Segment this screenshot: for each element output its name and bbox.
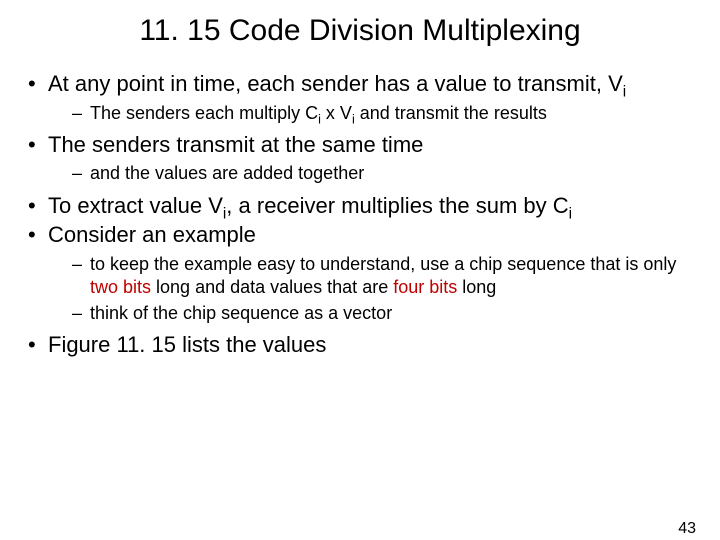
b3-sub2: i — [569, 205, 572, 222]
bullet-4-text: Consider an example — [48, 222, 256, 247]
bullet-list: At any point in time, each sender has a … — [0, 70, 720, 358]
bullet-3: To extract value V i, a receiver multipli… — [22, 192, 698, 220]
b3-a: To extract value V — [48, 193, 223, 218]
bullet-4: Consider an example to keep the example … — [22, 221, 698, 325]
bullet-1: At any point in time, each sender has a … — [22, 70, 698, 125]
b1s1-a: The senders each multiply C — [90, 103, 318, 123]
bullet-2: The senders transmit at the same time an… — [22, 131, 698, 186]
b4s1-c: long — [457, 277, 496, 297]
bullet-1-sub-1: The senders each multiply Ci x Vi and tr… — [72, 102, 698, 125]
bullet-1-text: At any point in time, each sender has a … — [48, 71, 623, 96]
bullet-1-sub: i — [623, 83, 626, 100]
slide-title: 11. 15 Code Division Multiplexing — [0, 14, 720, 48]
b1s1-c: and transmit the results — [355, 103, 547, 123]
bullet-5: Figure 11. 15 lists the values — [22, 331, 698, 359]
b4s2-text: think of the chip sequence as a vector — [90, 303, 392, 323]
bullet-4-sub-2: think of the chip sequence as a vector — [72, 302, 698, 325]
bullet-2-sub-1: and the values are added together — [72, 162, 698, 185]
slide: 11. 15 Code Division Multiplexing At any… — [0, 14, 720, 540]
bullet-1-sublist: The senders each multiply Ci x Vi and tr… — [48, 102, 698, 125]
bullet-4-sub-1: to keep the example easy to understand, … — [72, 253, 698, 300]
bullet-4-sublist: to keep the example easy to understand, … — [48, 253, 698, 325]
b1s1-b: x V — [321, 103, 352, 123]
b3-b: , a receiver multiplies the sum by C — [226, 193, 568, 218]
b4s1-b: long and data values that are — [151, 277, 393, 297]
bullet-2-text: The senders transmit at the same time — [48, 132, 423, 157]
bullet-5-text: Figure 11. 15 lists the values — [48, 332, 326, 357]
b2s1-text: and the values are added together — [90, 163, 364, 183]
b4s1-r1: two bits — [90, 277, 151, 297]
b4s1-r2: four bits — [393, 277, 457, 297]
page-number: 43 — [678, 520, 696, 538]
b4s1-a: to keep the example easy to understand, … — [90, 254, 676, 274]
bullet-2-sublist: and the values are added together — [48, 162, 698, 185]
